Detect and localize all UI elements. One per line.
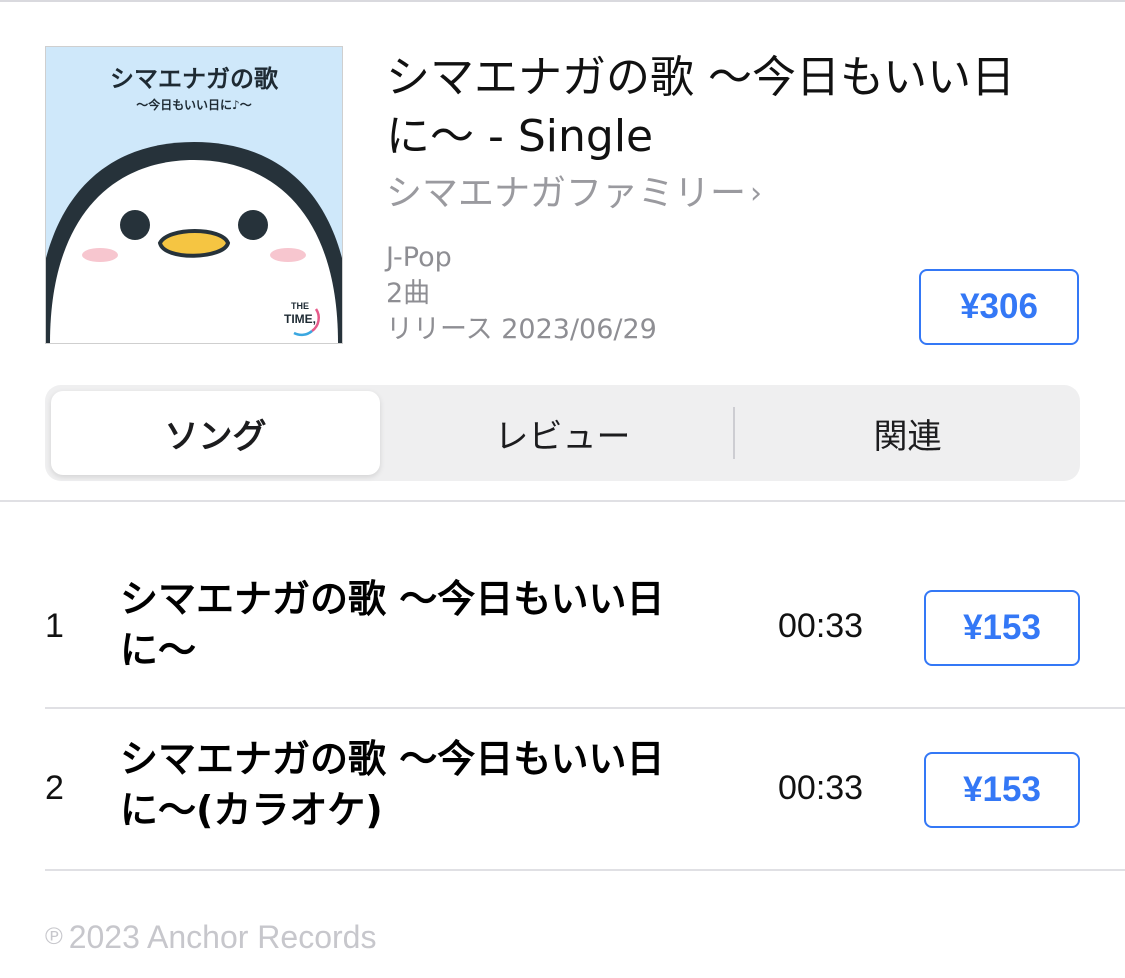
logo-line2: TIME,: [284, 312, 316, 326]
logo-line1: THE: [291, 301, 309, 311]
artist-link[interactable]: シマエナガファミリー ›: [386, 170, 762, 218]
segmented-control: ソング レビュー 関連: [45, 385, 1080, 481]
artwork-title: シマエナガの歌: [110, 65, 279, 93]
track-number: 1: [45, 607, 64, 645]
release-date-label: リリース 2023/06/29: [386, 314, 657, 345]
tab-songs[interactable]: ソング: [51, 391, 380, 475]
bird-eye-right: [238, 210, 268, 240]
top-divider: [0, 0, 1125, 2]
tab-reviews[interactable]: レビュー: [390, 391, 735, 475]
track-duration: 00:33: [778, 607, 864, 645]
artwork-illustration: シマエナガの歌 〜今日もいい日に♪〜 THE TIME,: [46, 47, 342, 343]
track-title: シマエナガの歌 〜今日もいい日に〜(カラオケ): [120, 737, 665, 832]
track-divider: [45, 869, 1125, 871]
phonogram-copyright-icon: ℗: [45, 923, 63, 950]
artwork-subtitle: 〜今日もいい日に♪〜: [136, 97, 251, 112]
album-artwork: シマエナガの歌 〜今日もいい日に♪〜 THE TIME,: [45, 46, 343, 344]
track-row[interactable]: 2 シマエナガの歌 〜今日もいい日に〜(カラオケ) 00:33 ¥153: [45, 708, 1125, 868]
track-price-button[interactable]: ¥153: [924, 590, 1080, 666]
album-title: シマエナガの歌 〜今日もいい日に〜 - Single: [386, 52, 1016, 162]
tab-related[interactable]: 関連: [735, 391, 1080, 475]
track-title: シマエナガの歌 〜今日もいい日に〜: [120, 577, 665, 672]
artist-name: シマエナガファミリー: [386, 173, 747, 214]
copyright-notice: ℗ 2023 Anchor Records: [45, 916, 376, 958]
genre-label: J-Pop: [386, 242, 452, 273]
album-price-button[interactable]: ¥306: [919, 269, 1079, 345]
bird-eye-left: [120, 210, 150, 240]
copyright-text: 2023 Anchor Records: [68, 919, 377, 955]
track-count-label: 2曲: [386, 278, 431, 309]
chevron-right-icon: ›: [750, 176, 763, 211]
section-divider: [0, 500, 1125, 502]
track-row[interactable]: 1 シマエナガの歌 〜今日もいい日に〜 00:33 ¥153: [45, 546, 1125, 706]
track-price-button[interactable]: ¥153: [924, 752, 1080, 828]
track-duration: 00:33: [778, 769, 864, 807]
track-number: 2: [45, 769, 64, 807]
